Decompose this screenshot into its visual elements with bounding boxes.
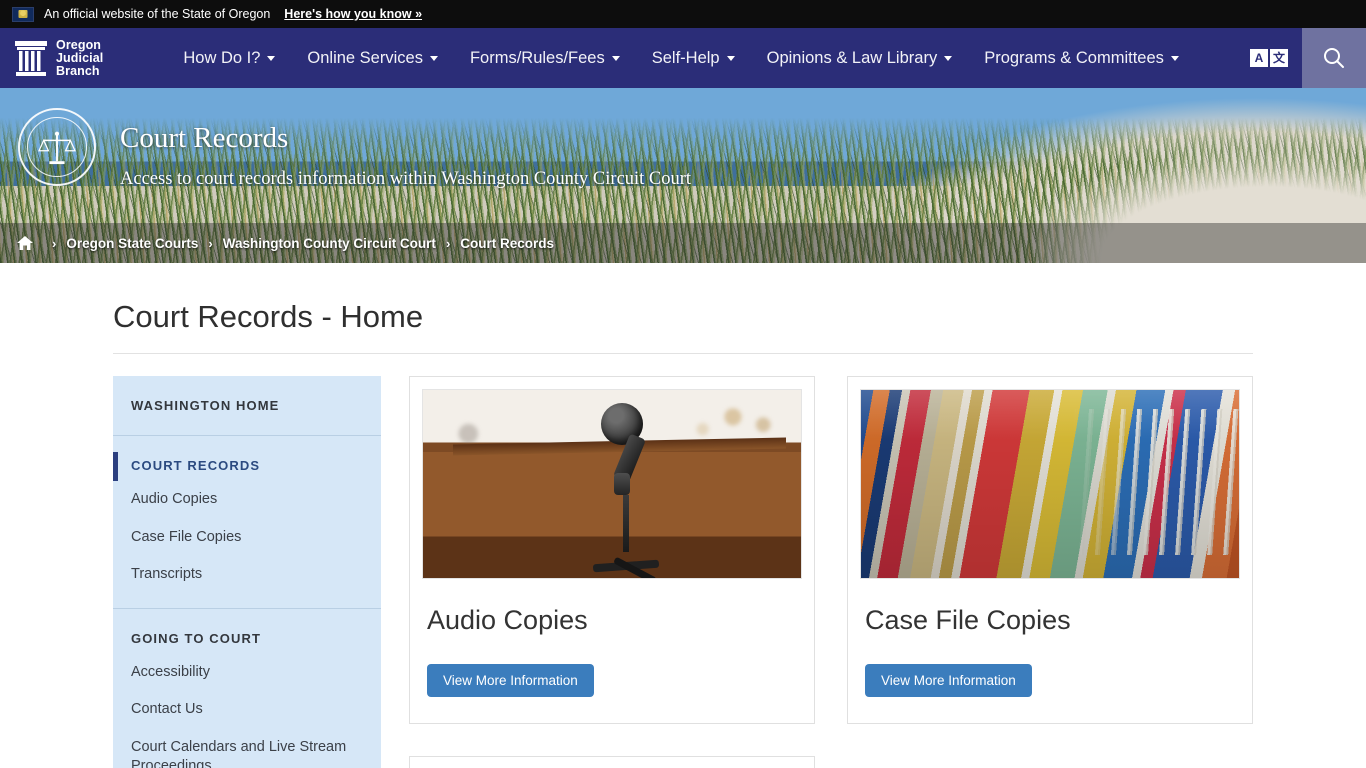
sidebar-group-washington-home: WASHINGTON HOME [113,376,381,436]
language-translate-button[interactable]: A 文 [1236,28,1302,88]
chevron-down-icon [944,55,953,61]
nav-item-opinions-law-library[interactable]: Opinions & Law Library [751,28,969,88]
official-state-banner: An official website of the State of Oreg… [0,0,1366,28]
card-case-file-copies: Case File Copies View More Information [847,376,1253,724]
card-audio-copies: Audio Copies View More Information [409,376,815,724]
oregon-state-flag-icon [12,6,34,22]
card-image-art [423,390,801,578]
nav-utilities: A 文 [1236,28,1366,88]
card-grid: Audio Copies View More Information Case … [409,376,1253,768]
breadcrumb-item-court-records: Court Records [460,235,555,251]
nav-item-label: Forms/Rules/Fees [469,48,605,67]
sidebar-item-washington-home[interactable]: WASHINGTON HOME [113,392,381,421]
hero-title: Court Records [120,122,289,154]
nav-item-label: Self-Help [651,48,720,67]
view-more-information-button[interactable]: View More Information [865,664,1032,697]
nav-item-self-help[interactable]: Self-Help [636,28,751,88]
sidebar-item-contact-us[interactable]: Contact Us [113,691,381,729]
sidebar-navigation: WASHINGTON HOME COURT RECORDS Audio Copi… [113,376,381,768]
search-button[interactable] [1302,28,1366,88]
card-image-art [861,390,1239,578]
view-more-information-button[interactable]: View More Information [427,664,594,697]
search-icon [1324,48,1344,68]
chevron-down-icon [726,55,735,61]
nav-item-programs-committees[interactable]: Programs & Committees [968,28,1195,88]
brand-line-1: Oregon [56,37,102,52]
sidebar-item-audio-copies[interactable]: Audio Copies [113,481,381,519]
hero-subtitle: Access to court records information with… [120,169,692,189]
sidebar-item-case-file-copies[interactable]: Case File Copies [113,519,381,557]
sidebar-item-transcripts[interactable]: Transcripts [113,556,381,594]
image-shading-layer [861,390,1239,578]
brand-line-3: Branch [56,63,100,78]
translate-icon-latin: A [1250,49,1268,67]
main-navigation-bar: Oregon Judicial Branch How Do I? Online … [0,28,1366,88]
sidebar-item-court-calendars[interactable]: Court Calendars and Live Stream Proceedi… [113,729,381,768]
home-icon[interactable] [16,235,34,251]
nav-item-label: Programs & Committees [984,48,1164,67]
courtroom-microphone-image [422,389,802,579]
breadcrumb-separator: › [52,235,57,251]
microphone-stand-shape [623,495,630,552]
sidebar-group-court-records: COURT RECORDS Audio Copies Case File Cop… [113,436,381,609]
sidebar-item-accessibility[interactable]: Accessibility [113,654,381,692]
chevron-down-icon [1170,55,1179,61]
translate-icon-cjk: 文 [1270,49,1288,67]
brand-wordmark: Oregon Judicial Branch [56,37,104,78]
breadcrumb-item-oregon-state-courts[interactable]: Oregon State Courts [66,236,198,251]
page-content: Court Records - Home WASHINGTON HOME COU… [0,263,1366,768]
nav-item-forms-rules-fees[interactable]: Forms/Rules/Fees [454,28,636,88]
nav-item-online-services[interactable]: Online Services [291,28,454,88]
breadcrumb: › Oregon State Courts › Washington Count… [0,223,1366,263]
nav-item-label: Online Services [307,48,423,67]
breadcrumb-separator: › [445,235,451,251]
microphone-clip-shape [613,472,630,495]
nav-item-label: Opinions & Law Library [766,48,938,67]
sidebar-item-going-to-court[interactable]: GOING TO COURT [113,625,381,654]
oregon-judicial-seal-icon [18,108,96,186]
chevron-down-icon [611,55,620,61]
nav-item-how-do-i[interactable]: How Do I? [167,28,291,88]
official-banner-text: An official website of the State of Oreg… [44,7,271,21]
sidebar-item-court-records[interactable]: COURT RECORDS [113,452,381,481]
page-title: Court Records - Home [113,299,1253,354]
heres-how-you-know-link[interactable]: Here's how you know » [284,7,422,21]
colored-file-folders-image [860,389,1240,579]
breadcrumb-separator: › [208,235,213,251]
sidebar-group-going-to-court: GOING TO COURT Accessibility Contact Us … [113,609,381,768]
page-title-section: Court Records - Home [113,263,1253,354]
card-transcripts: Transcripts View More Information [409,756,815,768]
chevron-down-icon [429,55,438,61]
nav-item-label: How Do I? [183,48,261,67]
nav-menu: How Do I? Online Services Forms/Rules/Fe… [167,28,1195,88]
card-title: Audio Copies [427,605,588,635]
oregon-judicial-branch-logo[interactable]: Oregon Judicial Branch [0,28,117,88]
card-title: Case File Copies [865,605,1071,635]
courthouse-column-icon [14,39,48,77]
brand-line-2: Judicial [56,50,104,65]
breadcrumb-item-washington-county-circuit-court[interactable]: Washington County Circuit Court [223,236,436,251]
hero-banner: Court Records Access to court records in… [0,88,1366,263]
content-row: WASHINGTON HOME COURT RECORDS Audio Copi… [113,354,1253,768]
chevron-down-icon [267,55,276,61]
